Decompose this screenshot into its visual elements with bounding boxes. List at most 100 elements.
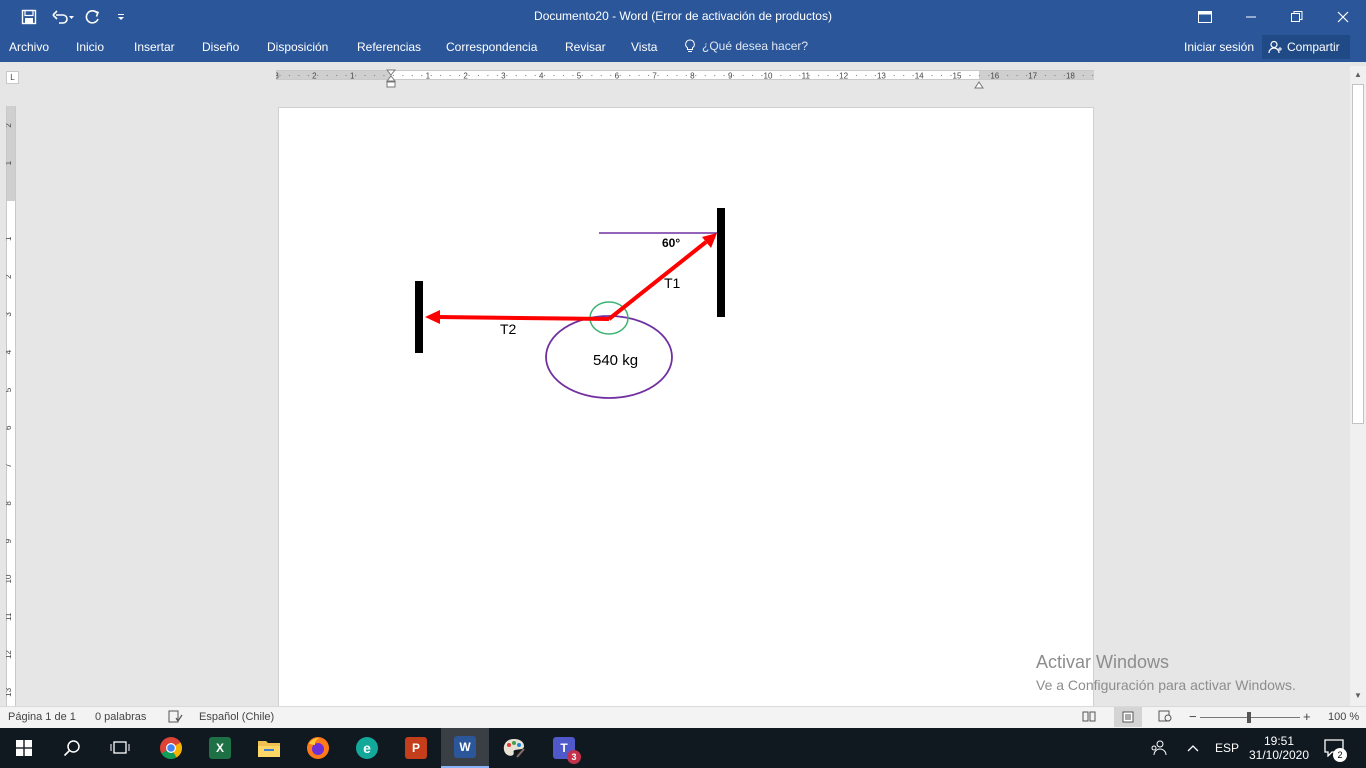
ruler-tick	[477, 74, 480, 77]
ruler-tick	[345, 74, 347, 77]
scroll-down-icon[interactable]: ▼	[1350, 689, 1366, 703]
ruler-tick	[458, 74, 461, 77]
edge-icon[interactable]: e	[343, 728, 391, 768]
ruler-tick	[950, 74, 952, 77]
vertical-ruler-number: 8	[6, 501, 13, 506]
ruler-number: 1	[350, 72, 355, 81]
clock[interactable]: 19:51 31/10/2020	[1246, 728, 1312, 768]
ruler-tick	[704, 74, 706, 77]
ruler-tick	[836, 74, 839, 77]
ruler-tick	[534, 74, 536, 77]
people-icon[interactable]	[1150, 728, 1168, 768]
file-explorer-icon[interactable]	[245, 728, 293, 768]
input-language[interactable]: ESP	[1215, 728, 1239, 768]
ruler-tick	[827, 74, 829, 77]
ruler-tick	[799, 74, 801, 77]
left-wall-support	[415, 281, 423, 353]
ruler-tick	[865, 74, 867, 77]
print-layout-icon[interactable]	[1114, 707, 1142, 727]
t1-label: T1	[664, 275, 681, 291]
tab-referencias[interactable]: Referencias	[357, 40, 421, 54]
excel-icon[interactable]: X	[196, 728, 244, 768]
ruler-tick	[1035, 74, 1037, 77]
title-bar: Documento20 - Word (Error de activación …	[0, 0, 1366, 34]
ruler-ticks: 3 2 1 1 2 3 4 5 6 7 8 9 10 11 12 13 14 15 16 17 18	[276, 72, 1094, 81]
paint-icon[interactable]	[490, 728, 538, 768]
lightbulb-icon	[685, 39, 695, 52]
search-icon[interactable]	[48, 728, 96, 768]
vertical-ruler[interactable]: 2112345678910111213	[6, 106, 16, 706]
ruler-tick	[997, 74, 999, 77]
language-indicator[interactable]: Español (Chile)	[199, 711, 274, 723]
ruler-tick	[1092, 74, 1094, 77]
ruler-tick	[336, 74, 338, 77]
read-mode-icon[interactable]	[1082, 710, 1096, 725]
zoom-in-icon[interactable]: +	[1303, 709, 1311, 724]
ruler-tick	[903, 74, 905, 77]
page-count[interactable]: Página 1 de 1	[8, 711, 76, 723]
window-title: Documento20 - Word (Error de activación …	[534, 9, 832, 23]
right-indent-marker[interactable]	[974, 76, 984, 94]
ruler-tick	[1073, 74, 1075, 77]
ruler-tick	[714, 74, 716, 77]
ruler-tick	[581, 74, 583, 77]
tab-selector[interactable]: L	[6, 71, 19, 84]
ruler-tick	[931, 74, 933, 77]
task-view-icon[interactable]	[96, 728, 144, 768]
sign-in-link[interactable]: Iniciar sesión	[1184, 40, 1254, 54]
scrollbar-thumb[interactable]	[1352, 84, 1364, 424]
ruler-tick	[770, 74, 772, 77]
notification-center-icon[interactable]: 2	[1324, 728, 1347, 768]
tell-me-box[interactable]: ¿Qué desea hacer?	[684, 39, 808, 53]
zoom-level[interactable]: 100 %	[1328, 711, 1359, 723]
ruler-tick	[572, 74, 574, 77]
ruler-tick	[364, 74, 366, 77]
minimize-icon[interactable]	[1228, 0, 1274, 34]
share-button[interactable]: Compartir	[1262, 35, 1350, 59]
vertical-ruler-number: 1	[6, 160, 13, 165]
tab-archivo[interactable]: Archivo	[9, 40, 49, 54]
activation-watermark: Activar Windows Ve a Configuración para …	[1036, 652, 1296, 693]
first-line-indent-marker[interactable]	[385, 69, 397, 94]
chevron-up-icon[interactable]	[1186, 728, 1200, 768]
vertical-scrollbar[interactable]: ▲ ▼	[1350, 66, 1366, 706]
teams-badge: 3	[567, 750, 581, 764]
vertical-ruler-number: 11	[6, 612, 13, 621]
teams-icon[interactable]: T 3	[540, 728, 588, 768]
ruler-tick	[288, 74, 291, 77]
ruler-tick	[695, 74, 697, 77]
powerpoint-icon[interactable]: P	[392, 728, 440, 768]
zoom-slider-handle[interactable]	[1247, 712, 1251, 723]
ruler-tick	[544, 74, 546, 77]
close-icon[interactable]	[1320, 0, 1366, 34]
chrome-icon[interactable]	[147, 728, 195, 768]
firefox-icon[interactable]	[294, 728, 342, 768]
document-page[interactable]: 60° T1 T2 540 kg	[278, 107, 1094, 707]
word-icon[interactable]: W	[441, 728, 489, 768]
tab-revisar[interactable]: Revisar	[565, 40, 606, 54]
status-bar: Página 1 de 1 0 palabras Español (Chile)…	[0, 706, 1366, 728]
web-layout-icon[interactable]	[1158, 710, 1172, 725]
tab-vista[interactable]: Vista	[631, 40, 657, 54]
tab-inicio[interactable]: Inicio	[76, 40, 104, 54]
ruler-tick	[307, 74, 309, 77]
ribbon-display-options-icon[interactable]	[1182, 0, 1228, 34]
angle-label: 60°	[662, 236, 680, 250]
word-count[interactable]: 0 palabras	[95, 711, 146, 723]
horizontal-ruler[interactable]: 3 2 1 1 2 3 4 5 6 7 8 9 10 11 12 13 14 15 16 17 18	[276, 70, 1094, 80]
restore-icon[interactable]	[1274, 0, 1320, 34]
ruler-tick	[383, 74, 385, 77]
tab-diseno[interactable]: Diseño	[202, 40, 239, 54]
ruler-number: 9	[728, 72, 733, 81]
tab-correspondencia[interactable]: Correspondencia	[446, 40, 537, 54]
tab-insertar[interactable]: Insertar	[134, 40, 175, 54]
scroll-up-icon[interactable]: ▲	[1350, 68, 1366, 82]
windows-start-icon[interactable]	[0, 728, 48, 768]
ruler-tick	[884, 74, 886, 77]
ruler-tick	[988, 74, 990, 77]
zoom-out-icon[interactable]: −	[1189, 709, 1197, 724]
tab-disposicion[interactable]: Disposición	[267, 40, 328, 54]
ruler-tick	[449, 74, 451, 77]
proofing-icon[interactable]	[168, 710, 183, 726]
vertical-ruler-number: 3	[6, 312, 13, 317]
